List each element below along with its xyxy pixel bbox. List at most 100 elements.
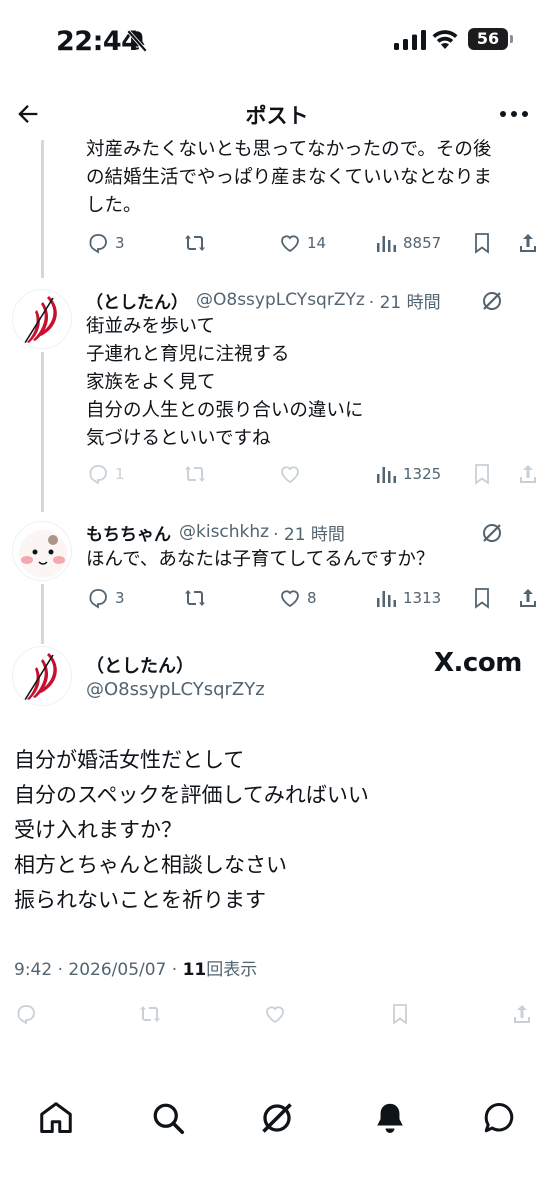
like-count: 8 <box>307 589 317 607</box>
share-button[interactable] <box>510 1000 534 1028</box>
mochi-face-icon <box>19 530 67 578</box>
reply-header: もちちゃん @kischkhz · 21 時間 <box>86 519 345 545</box>
post-meta: 9:42 · 2026/05/07 · 11回表示 <box>14 955 257 980</box>
status-bar: 22:44 56 <box>0 0 554 80</box>
reply-count: 1 <box>115 465 125 483</box>
views-label: 回表示 <box>206 960 258 980</box>
reply-count: 3 <box>115 234 125 252</box>
like-button[interactable]: 8 <box>278 584 317 612</box>
display-name[interactable]: （としたん） <box>86 288 188 313</box>
retweet-icon <box>185 590 205 606</box>
heart-icon <box>281 235 299 253</box>
more-options-icon[interactable] <box>498 102 530 126</box>
views-icon <box>377 467 396 483</box>
bookmark-icon <box>475 588 489 609</box>
messages-icon[interactable] <box>481 1100 517 1136</box>
user-handle[interactable]: @kischkhz <box>179 522 269 542</box>
reply-icon <box>17 1005 35 1025</box>
like-button[interactable]: 14 <box>278 229 326 257</box>
wifi-icon <box>432 30 458 49</box>
views-icon <box>377 236 396 252</box>
user-handle[interactable]: @O8ssypLCYsqrZYz <box>196 290 365 310</box>
retweet-button[interactable] <box>183 229 207 257</box>
share-icon <box>520 589 536 607</box>
tweet-actions: 3 14 8857 <box>86 229 546 257</box>
main-post-text: 自分が婚活女性だとして 自分のスペックを評価してみればいい 受け入れますか？ 相… <box>14 748 369 912</box>
page-title: ポスト <box>245 104 309 128</box>
reply-button[interactable]: 3 <box>86 584 125 612</box>
reply-count: 3 <box>115 589 125 607</box>
like-count: 14 <box>307 234 327 252</box>
share-icon <box>520 465 536 483</box>
like-button[interactable] <box>278 460 302 488</box>
retweet-icon <box>185 235 205 251</box>
bottom-nav <box>0 1090 554 1150</box>
main-post-handle[interactable]: @O8ssypLCYsqrZYz <box>86 679 265 700</box>
bookmark-icon <box>475 464 489 485</box>
post-timestamp: 9:42 · 2026/05/07 · <box>14 960 183 980</box>
search-icon[interactable] <box>150 1100 186 1136</box>
thread-line <box>41 584 44 644</box>
reply-icon <box>89 589 107 609</box>
grok-icon[interactable] <box>480 521 504 545</box>
reply-text: 街並みを歩いて 子連れと育児に注視する 家族をよく見て 自分の人生との張り合いの… <box>86 316 364 449</box>
signal-icon <box>394 30 426 50</box>
battery-indicator: 56 <box>468 28 513 50</box>
display-name[interactable]: もちちゃん <box>86 520 171 545</box>
like-button[interactable] <box>263 1000 287 1028</box>
post-time: · 21 時間 <box>273 524 345 545</box>
share-button[interactable] <box>516 460 540 488</box>
reply-button[interactable] <box>14 1000 38 1028</box>
notifications-bell-icon[interactable] <box>372 1100 408 1136</box>
heart-icon <box>281 590 299 608</box>
post-time: · 21 時間 <box>368 292 441 313</box>
main-post-actions <box>14 1000 544 1028</box>
main-post-name[interactable]: （としたん） <box>86 652 194 678</box>
bookmark-icon <box>475 233 489 254</box>
sickle-logo-icon <box>22 296 57 347</box>
bookmark-button[interactable] <box>470 584 494 612</box>
grok-icon[interactable] <box>259 1100 295 1136</box>
grok-icon[interactable] <box>480 289 504 313</box>
bookmark-button[interactable] <box>388 1000 412 1028</box>
retweet-icon <box>140 1006 160 1022</box>
thread-line <box>41 352 44 512</box>
views-button[interactable]: 1313 <box>374 584 441 612</box>
avatar[interactable] <box>12 289 72 349</box>
retweet-button[interactable] <box>183 584 207 612</box>
reply-text: ほんで、あなたは子育てしてるんですか？ <box>86 549 435 570</box>
share-icon <box>514 1005 530 1023</box>
views-icon <box>377 591 396 607</box>
home-icon[interactable] <box>38 1100 74 1136</box>
share-button[interactable] <box>516 584 540 612</box>
reply-icon <box>89 465 107 485</box>
views-button[interactable]: 1325 <box>374 460 441 488</box>
reply-button[interactable]: 3 <box>86 229 125 257</box>
share-icon <box>520 234 536 252</box>
retweet-button[interactable] <box>138 1000 162 1028</box>
bookmark-button[interactable] <box>470 229 494 257</box>
bookmark-button[interactable] <box>470 460 494 488</box>
views-count: 8857 <box>403 234 442 252</box>
sickle-logo-icon <box>22 653 57 704</box>
share-button[interactable] <box>516 229 540 257</box>
retweet-icon <box>185 466 205 482</box>
avatar[interactable] <box>12 646 72 706</box>
avatar[interactable] <box>12 521 72 581</box>
reply-actions: 3 8 1313 <box>86 584 546 612</box>
tweet-text: 対産みたくないとも思ってなかったので。その後 の結婚生活でやっぱり産まなくていい… <box>86 139 492 216</box>
bell-off-icon <box>126 29 148 53</box>
heart-icon <box>266 1006 284 1024</box>
reply-icon <box>89 234 107 254</box>
views-count: 1313 <box>403 589 442 607</box>
heart-icon <box>281 466 299 484</box>
reply-button[interactable]: 1 <box>86 460 125 488</box>
views-number: 11 <box>182 960 207 980</box>
views-count: 1325 <box>403 465 442 483</box>
bookmark-icon <box>393 1004 407 1025</box>
reply-header: （としたん） @O8ssypLCYsqrZYz · 21 時間 <box>86 287 441 313</box>
views-button[interactable]: 8857 <box>374 229 441 257</box>
retweet-button[interactable] <box>183 460 207 488</box>
reply-actions: 1 1325 <box>86 460 546 488</box>
xcom-watermark: X.com <box>434 648 522 678</box>
